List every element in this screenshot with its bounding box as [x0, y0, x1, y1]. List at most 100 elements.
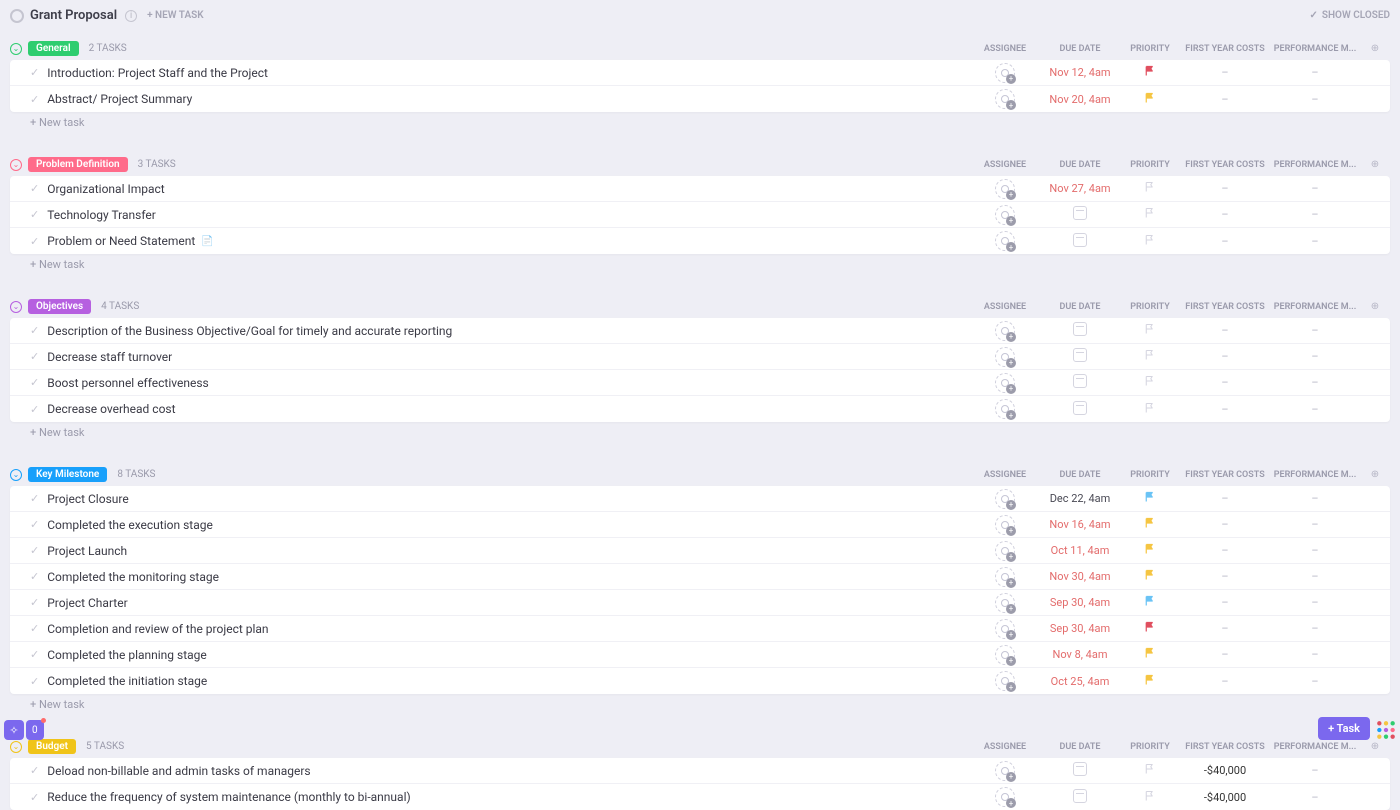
task-row[interactable]: ✓Decrease overhead cost +–– [10, 396, 1390, 422]
priority-cell[interactable] [1120, 207, 1180, 222]
check-icon[interactable]: ✓ [30, 648, 39, 661]
check-icon[interactable]: ✓ [30, 235, 39, 248]
due-date-cell[interactable]: Oct 11, 4am [1040, 544, 1120, 557]
performance-cell[interactable]: – [1270, 208, 1360, 221]
check-icon[interactable]: ✓ [30, 403, 39, 416]
col-due-date[interactable]: DUE DATE [1040, 44, 1120, 54]
col-performance[interactable]: PERFORMANCE M... [1270, 44, 1360, 54]
priority-cell[interactable] [1120, 569, 1180, 584]
col-assignee[interactable]: ASSIGNEE [970, 742, 1040, 752]
priority-cell[interactable] [1120, 402, 1180, 417]
collapse-icon[interactable]: ⌄ [10, 741, 22, 753]
col-performance[interactable]: PERFORMANCE M... [1270, 160, 1360, 170]
due-date-cell[interactable]: Sep 30, 4am [1040, 596, 1120, 609]
priority-cell[interactable] [1120, 595, 1180, 610]
col-due-date[interactable]: DUE DATE [1040, 470, 1120, 480]
performance-cell[interactable]: – [1270, 376, 1360, 389]
check-icon[interactable]: ✓ [30, 208, 39, 221]
flag-icon[interactable] [1144, 595, 1156, 607]
col-due-date[interactable]: DUE DATE [1040, 302, 1120, 312]
collapse-icon[interactable]: ⌄ [10, 469, 22, 481]
check-icon[interactable]: ✓ [30, 93, 39, 106]
priority-cell[interactable] [1120, 92, 1180, 107]
show-closed-button[interactable]: ✓ SHOW CLOSED [1309, 10, 1390, 21]
calendar-icon[interactable] [1073, 762, 1087, 776]
task-row[interactable]: ✓Completed the planning stage +Nov 8, 4a… [10, 642, 1390, 668]
performance-cell[interactable]: – [1270, 66, 1360, 79]
col-first-year[interactable]: FIRST YEAR COSTS [1180, 160, 1270, 170]
due-date-cell[interactable]: Nov 8, 4am [1040, 648, 1120, 661]
first-year-cell[interactable]: – [1180, 492, 1270, 505]
flag-icon[interactable] [1144, 234, 1156, 246]
assign-icon[interactable]: + [995, 489, 1015, 509]
priority-cell[interactable] [1120, 763, 1180, 778]
task-name[interactable]: Reduce the frequency of system maintenan… [47, 790, 970, 804]
assign-icon[interactable]: + [995, 567, 1015, 587]
flag-icon[interactable] [1144, 207, 1156, 219]
task-name[interactable]: Project Charter [47, 596, 970, 610]
first-year-cell[interactable]: – [1180, 324, 1270, 337]
assignee-cell[interactable]: + [970, 541, 1040, 561]
flag-icon[interactable] [1144, 65, 1156, 77]
col-performance[interactable]: PERFORMANCE M... [1270, 742, 1360, 752]
task-name[interactable]: Project Closure [47, 492, 970, 506]
first-year-cell[interactable]: – [1180, 518, 1270, 531]
assign-icon[interactable]: + [995, 231, 1015, 251]
task-row[interactable]: ✓Completed the execution stage +Nov 16, … [10, 512, 1390, 538]
performance-cell[interactable]: – [1270, 350, 1360, 363]
assignee-cell[interactable]: + [970, 205, 1040, 225]
add-task-button[interactable]: + New task [0, 422, 1400, 449]
first-year-cell[interactable]: – [1180, 350, 1270, 363]
col-first-year[interactable]: FIRST YEAR COSTS [1180, 470, 1270, 480]
task-row[interactable]: ✓Decrease staff turnover +–– [10, 344, 1390, 370]
flag-icon[interactable] [1144, 763, 1156, 775]
task-name[interactable]: Problem or Need Statement 📄 [47, 234, 970, 248]
task-row[interactable]: ✓Boost personnel effectiveness +–– [10, 370, 1390, 396]
due-date-cell[interactable] [1040, 789, 1120, 806]
assign-icon[interactable]: + [995, 515, 1015, 535]
assign-icon[interactable]: + [995, 321, 1015, 341]
assignee-cell[interactable]: + [970, 645, 1040, 665]
check-icon[interactable]: ✓ [30, 622, 39, 635]
task-name[interactable]: Boost personnel effectiveness [47, 376, 970, 390]
priority-cell[interactable] [1120, 234, 1180, 249]
priority-cell[interactable] [1120, 323, 1180, 338]
performance-cell[interactable]: – [1270, 570, 1360, 583]
first-year-cell[interactable]: – [1180, 235, 1270, 248]
task-name[interactable]: Deload non-billable and admin tasks of m… [47, 764, 970, 778]
col-priority[interactable]: PRIORITY [1120, 160, 1180, 170]
add-column-icon[interactable]: ⊕ [1360, 741, 1390, 752]
check-icon[interactable]: ✓ [30, 492, 39, 505]
assign-icon[interactable]: + [995, 619, 1015, 639]
assignee-cell[interactable]: + [970, 347, 1040, 367]
assign-icon[interactable]: + [995, 593, 1015, 613]
col-first-year[interactable]: FIRST YEAR COSTS [1180, 44, 1270, 54]
due-date-cell[interactable]: Oct 25, 4am [1040, 675, 1120, 688]
col-assignee[interactable]: ASSIGNEE [970, 44, 1040, 54]
calendar-icon[interactable] [1073, 206, 1087, 220]
quick-action-icon[interactable]: ✧ [4, 720, 24, 740]
check-icon[interactable]: ✓ [30, 66, 39, 79]
task-row[interactable]: ✓Description of the Business Objective/G… [10, 318, 1390, 344]
apps-grid-icon[interactable] [1376, 720, 1396, 740]
collapse-icon[interactable]: ⌄ [10, 159, 22, 171]
performance-cell[interactable]: – [1270, 622, 1360, 635]
status-pill[interactable]: Problem Definition [28, 157, 128, 172]
check-icon[interactable]: ✓ [30, 596, 39, 609]
assignee-cell[interactable]: + [970, 761, 1040, 781]
priority-cell[interactable] [1120, 517, 1180, 532]
flag-icon[interactable] [1144, 402, 1156, 414]
due-date-cell[interactable]: Nov 16, 4am [1040, 518, 1120, 531]
due-date-cell[interactable]: Nov 20, 4am [1040, 93, 1120, 106]
task-name[interactable]: Completed the monitoring stage [47, 570, 970, 584]
flag-icon[interactable] [1144, 647, 1156, 659]
due-date-cell[interactable] [1040, 233, 1120, 250]
collapse-icon[interactable]: ⌄ [10, 301, 22, 313]
assignee-cell[interactable]: + [970, 787, 1040, 807]
check-icon[interactable]: ✓ [30, 675, 39, 688]
flag-icon[interactable] [1144, 491, 1156, 503]
task-row[interactable]: ✓Deload non-billable and admin tasks of … [10, 758, 1390, 784]
check-icon[interactable]: ✓ [30, 376, 39, 389]
assign-icon[interactable]: + [995, 89, 1015, 109]
notification-badge[interactable]: 0 [26, 720, 44, 740]
